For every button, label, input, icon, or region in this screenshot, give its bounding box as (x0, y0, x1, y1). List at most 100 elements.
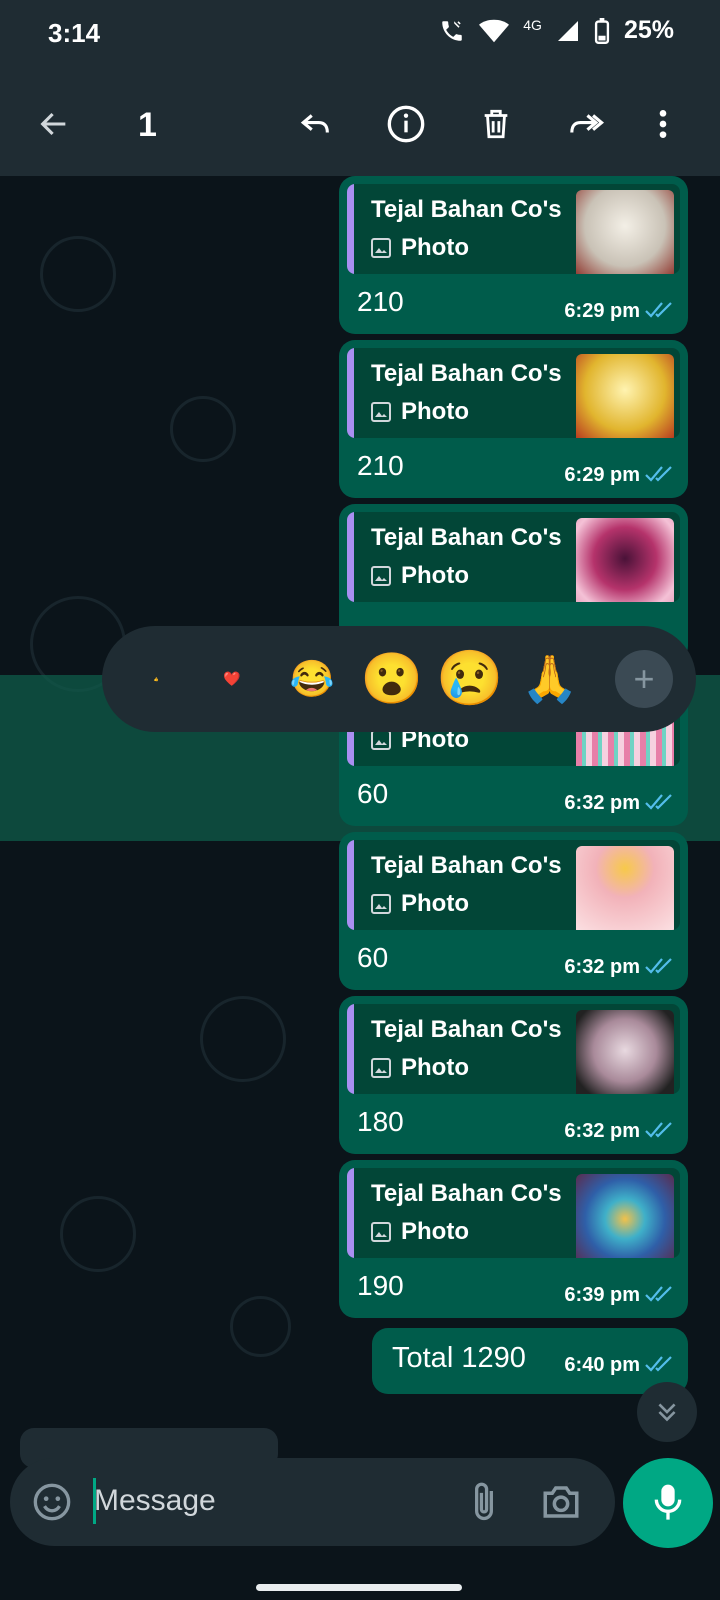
quoted-kind-label: Photo (401, 1218, 469, 1245)
message-bubble[interactable]: Tejal Bahan Co's Photo 190 6:39 pm (339, 1160, 688, 1318)
quoted-kind: Photo (371, 890, 469, 918)
quoted-message[interactable]: Tejal Bahan Co's Photo (347, 840, 680, 930)
wallpaper-doodle (40, 236, 116, 312)
message-text: 190 (357, 1270, 404, 1301)
photo-icon (371, 894, 391, 914)
quoted-kind-label: Photo (401, 562, 469, 589)
info-icon (387, 105, 425, 143)
quoted-kind: Photo (371, 1218, 469, 1246)
quoted-kind-label: Photo (401, 1054, 469, 1081)
photo-icon (371, 1222, 391, 1242)
chat-area[interactable]: Tejal Bahan Co's Photo 210 6:29 pm Tejal… (0, 176, 720, 1456)
message-time: 6:32 pm (564, 1120, 640, 1142)
double-chevron-down-icon (658, 1403, 676, 1422)
status-icons: 4G 25% (439, 16, 674, 45)
message-bubble[interactable]: Tejal Bahan Co's Photo 60 6:32 pm (339, 832, 688, 990)
quoted-sender: Tejal Bahan Co's (371, 1016, 562, 1043)
photo-thumbnail (576, 846, 674, 930)
quoted-kind-label: Photo (401, 234, 469, 261)
quoted-message[interactable]: Tejal Bahan Co's Photo (347, 512, 680, 602)
read-ticks-icon (645, 1356, 672, 1372)
photo-icon (371, 730, 391, 750)
message-input[interactable]: Message (94, 1484, 216, 1518)
add-reaction-button[interactable]: + (615, 650, 673, 708)
quoted-message[interactable]: Tejal Bahan Co's Photo (347, 1168, 680, 1258)
voice-message-button[interactable] (623, 1458, 713, 1548)
battery-percent: 25% (623, 16, 674, 44)
camera-button[interactable] (540, 1482, 582, 1527)
message-bubble[interactable]: Tejal Bahan Co's Photo 210 6:29 pm (339, 176, 688, 334)
quoted-message[interactable]: Tejal Bahan Co's Photo (347, 1004, 680, 1094)
quoted-message[interactable]: Tejal Bahan Co's Photo (347, 184, 680, 274)
paperclip-icon (475, 1482, 493, 1521)
selection-toolbar: 1 (0, 70, 720, 176)
signal-icon (557, 20, 578, 41)
wallpaper-doodle (200, 996, 286, 1082)
quoted-message[interactable]: Tejal Bahan Co's Photo (347, 348, 680, 438)
message-bubble[interactable]: Tejal Bahan Co's Photo 180 6:32 pm (339, 996, 688, 1154)
reaction-thumbs-up[interactable]: 👍 (154, 677, 159, 682)
reaction-picker: 👍 ❤️ 😂 😮 😢 🙏 + (102, 626, 696, 732)
wifi-call-icon (442, 20, 463, 41)
message-text: 210 (357, 450, 404, 481)
reply-button[interactable] (286, 94, 346, 154)
gesture-handle[interactable] (256, 1584, 462, 1591)
message-time: 6:40 pm (564, 1354, 640, 1376)
photo-icon (371, 566, 391, 586)
microphone-icon (654, 1484, 682, 1520)
photo-thumbnail (576, 1010, 674, 1094)
info-button[interactable] (376, 94, 436, 154)
back-arrow-icon (40, 112, 66, 136)
more-vert-icon (659, 110, 667, 138)
quote-bar (347, 1004, 354, 1094)
camera-icon (543, 1486, 579, 1518)
quoted-kind-label: Photo (401, 398, 469, 425)
photo-thumbnail (576, 1174, 674, 1258)
reaction-pray[interactable]: 🙏 (521, 652, 578, 707)
more-options-button[interactable] (648, 94, 678, 154)
quoted-sender: Tejal Bahan Co's (371, 360, 562, 387)
quoted-kind-label: Photo (401, 890, 469, 917)
quoted-kind: Photo (371, 1054, 469, 1082)
message-time: 6:29 pm (564, 300, 640, 322)
status-time: 3:14 (48, 18, 101, 48)
reply-icon (300, 114, 329, 133)
scroll-to-bottom-button[interactable] (637, 1382, 697, 1442)
status-bar: 3:14 4G 25% (0, 0, 720, 70)
quoted-sender: Tejal Bahan Co's (371, 196, 562, 223)
message-text: Total 1290 (392, 1342, 526, 1374)
selected-count: 1 (138, 106, 157, 144)
photo-icon (371, 238, 391, 258)
message-bubble[interactable]: Total 1290 6:40 pm (372, 1328, 688, 1394)
quote-bar (347, 512, 354, 602)
attach-button[interactable] (470, 1480, 498, 1529)
delete-button[interactable] (466, 94, 526, 154)
reaction-laughing[interactable]: 😂 (290, 658, 335, 700)
reaction-surprised[interactable]: 😮 (361, 650, 423, 709)
back-button[interactable] (24, 94, 84, 154)
wifi-icon (479, 19, 510, 42)
photo-icon (371, 1058, 391, 1078)
battery-icon (594, 17, 610, 44)
message-time: 6:32 pm (564, 792, 640, 814)
quoted-kind: Photo (371, 234, 469, 262)
photo-icon (371, 402, 391, 422)
wallpaper-doodle (60, 1196, 136, 1272)
quoted-kind: Photo (371, 398, 469, 426)
read-ticks-icon (645, 302, 672, 318)
wallpaper-doodle (230, 1296, 291, 1357)
forward-icon (570, 114, 605, 133)
message-text: 60 (357, 778, 389, 809)
reaction-heart[interactable]: ❤️ (223, 671, 240, 688)
reaction-sad[interactable]: 😢 (436, 648, 503, 711)
system-nav-bar (0, 1556, 720, 1600)
message-composer[interactable]: Message (10, 1458, 615, 1546)
delete-icon (484, 109, 508, 139)
message-text: 60 (357, 942, 389, 973)
read-ticks-icon (645, 794, 672, 810)
emoji-button[interactable] (32, 1482, 72, 1527)
message-time: 6:29 pm (564, 464, 640, 486)
message-bubble[interactable]: Tejal Bahan Co's Photo 210 6:29 pm (339, 340, 688, 498)
forward-button[interactable] (556, 94, 616, 154)
read-ticks-icon (645, 958, 672, 974)
